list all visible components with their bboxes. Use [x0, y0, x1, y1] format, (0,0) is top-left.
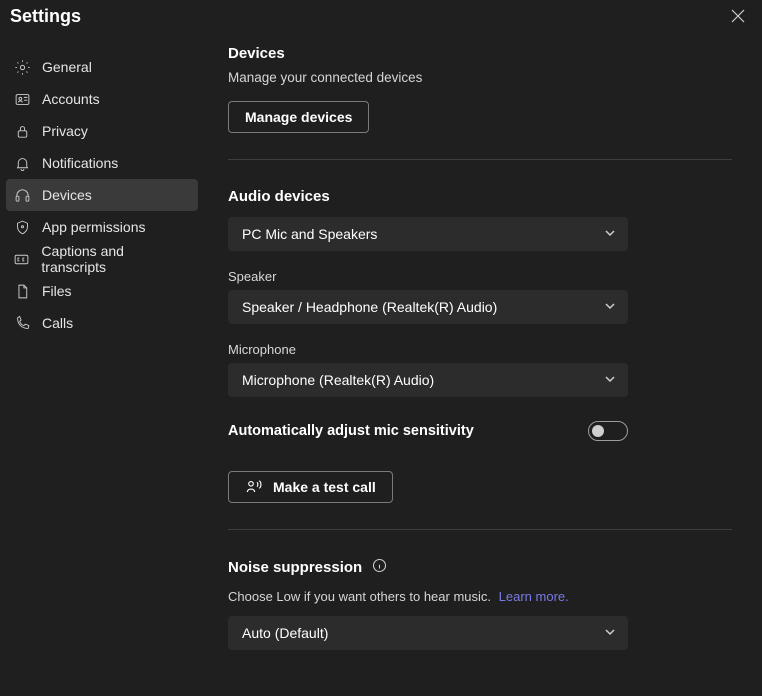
sidebar-item-general[interactable]: General	[6, 51, 198, 83]
sidebar-item-label: App permissions	[42, 219, 146, 235]
page-title: Settings	[10, 6, 758, 27]
sidebar-item-devices[interactable]: Devices	[6, 179, 198, 211]
sidebar-item-label: Accounts	[42, 91, 100, 107]
sidebar-item-label: Files	[42, 283, 72, 299]
help-text: Choose Low if you want others to hear mu…	[228, 589, 491, 604]
settings-window: Settings General Accounts	[0, 0, 762, 696]
main-panel: Devices Manage your connected devices Ma…	[198, 37, 762, 696]
microphone-label: Microphone	[228, 342, 732, 357]
chevron-down-icon	[604, 299, 616, 315]
noise-suppression-title-row: Noise suppression	[228, 558, 732, 577]
close-button[interactable]	[730, 8, 748, 26]
sidebar-item-label: Devices	[42, 187, 92, 203]
file-icon	[12, 281, 32, 301]
section-divider	[228, 529, 732, 530]
speaker-label: Speaker	[228, 269, 732, 284]
sidebar-item-calls[interactable]: Calls	[6, 307, 198, 339]
select-value: Microphone (Realtek(R) Audio)	[242, 372, 434, 388]
audio-device-select[interactable]: PC Mic and Speakers	[228, 217, 628, 251]
learn-more-link[interactable]: Learn more.	[499, 589, 569, 604]
devices-section-title: Devices	[228, 45, 732, 62]
person-voice-icon	[245, 478, 263, 497]
sidebar: General Accounts Privacy Notifications	[0, 37, 198, 696]
select-value: Speaker / Headphone (Realtek(R) Audio)	[242, 299, 497, 315]
chevron-down-icon	[604, 372, 616, 388]
button-label: Make a test call	[273, 479, 376, 495]
sidebar-item-label: Calls	[42, 315, 73, 331]
phone-icon	[12, 313, 32, 333]
noise-suppression-title: Noise suppression	[228, 559, 362, 576]
sidebar-item-label: Privacy	[42, 123, 88, 139]
header: Settings	[0, 0, 762, 37]
sidebar-item-accounts[interactable]: Accounts	[6, 83, 198, 115]
sidebar-item-files[interactable]: Files	[6, 275, 198, 307]
toggle-knob	[592, 425, 604, 437]
info-icon[interactable]	[372, 558, 387, 577]
select-value: PC Mic and Speakers	[242, 226, 377, 242]
auto-mic-sensitivity-label: Automatically adjust mic sensitivity	[228, 423, 474, 439]
sidebar-item-privacy[interactable]: Privacy	[6, 115, 198, 147]
chevron-down-icon	[604, 625, 616, 641]
id-card-icon	[12, 89, 32, 109]
sidebar-item-app-permissions[interactable]: App permissions	[6, 211, 198, 243]
noise-suppression-select[interactable]: Auto (Default)	[228, 616, 628, 650]
headset-icon	[12, 185, 32, 205]
make-test-call-button[interactable]: Make a test call	[228, 471, 393, 503]
microphone-select[interactable]: Microphone (Realtek(R) Audio)	[228, 363, 628, 397]
button-label: Manage devices	[245, 109, 352, 125]
sidebar-item-label: Notifications	[42, 155, 118, 171]
bell-icon	[12, 153, 32, 173]
captions-icon	[12, 249, 31, 269]
sidebar-item-notifications[interactable]: Notifications	[6, 147, 198, 179]
close-icon	[730, 11, 746, 27]
sidebar-item-captions[interactable]: Captions and transcripts	[6, 243, 198, 275]
sidebar-item-label: Captions and transcripts	[41, 243, 188, 275]
devices-section-subtitle: Manage your connected devices	[228, 70, 732, 85]
section-divider	[228, 159, 732, 160]
audio-devices-title: Audio devices	[228, 188, 732, 205]
speaker-select[interactable]: Speaker / Headphone (Realtek(R) Audio)	[228, 290, 628, 324]
lock-icon	[12, 121, 32, 141]
chevron-down-icon	[604, 226, 616, 242]
noise-suppression-help: Choose Low if you want others to hear mu…	[228, 589, 732, 604]
shield-icon	[12, 217, 32, 237]
auto-mic-sensitivity-toggle[interactable]	[588, 421, 628, 441]
gear-icon	[12, 57, 32, 77]
auto-mic-sensitivity-row: Automatically adjust mic sensitivity	[228, 421, 628, 441]
sidebar-item-label: General	[42, 59, 92, 75]
select-value: Auto (Default)	[242, 625, 328, 641]
manage-devices-button[interactable]: Manage devices	[228, 101, 369, 133]
